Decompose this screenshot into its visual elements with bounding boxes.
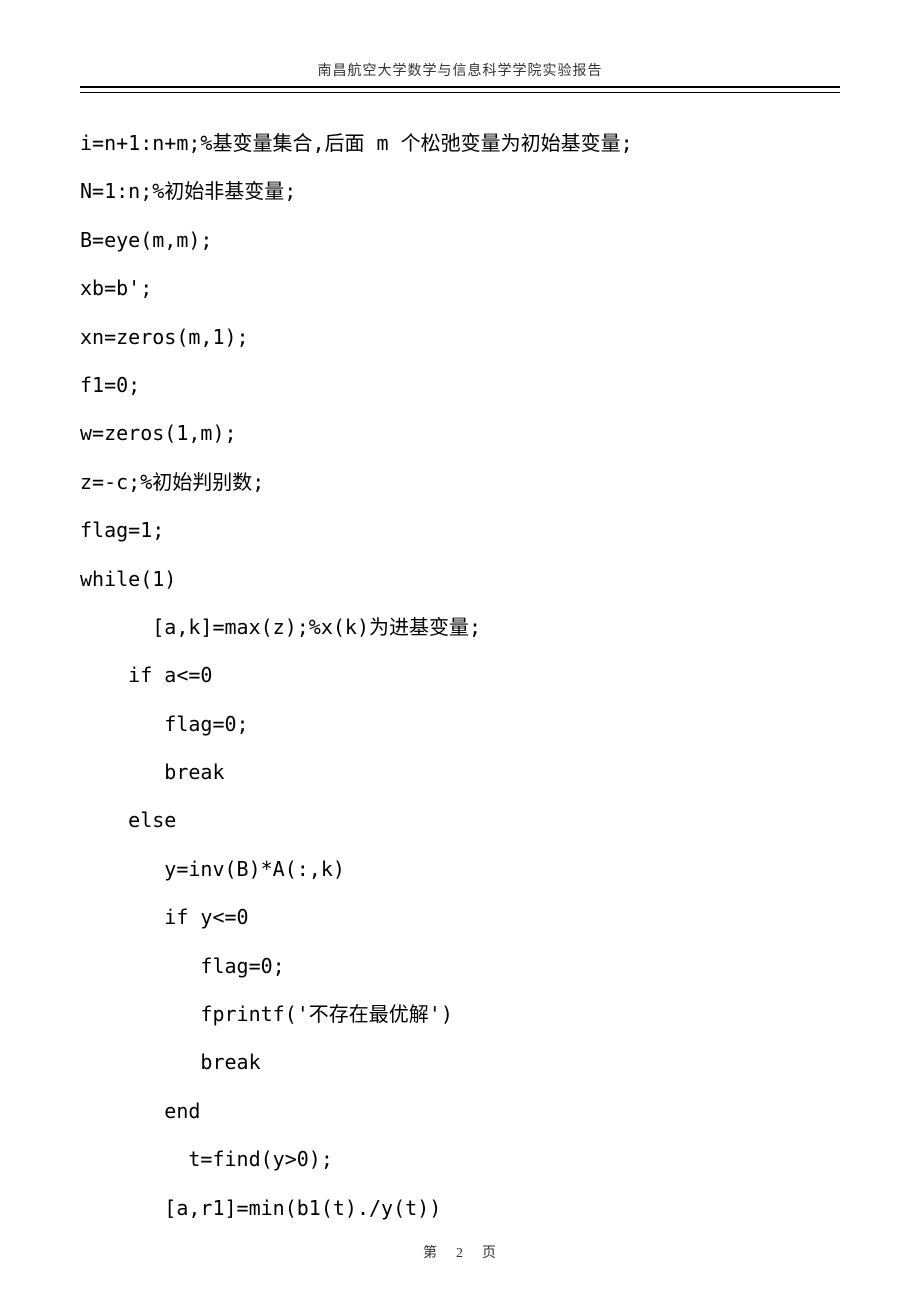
code-body: i=n+1:n+m;%基变量集合,后面 m 个松弛变量为初始基变量; N=1:n… — [80, 119, 840, 1232]
page-footer: 第 2 页 — [0, 1242, 920, 1262]
code-line: flag=0; — [80, 954, 285, 978]
code-line: break — [80, 760, 225, 784]
code-line: [a,k]=max(z);%x(k)为进基变量; — [80, 615, 481, 639]
code-line: z=-c;%初始判别数; — [80, 470, 264, 494]
footer-right: 页 — [482, 1246, 497, 1261]
code-line: flag=0; — [80, 712, 249, 736]
page-container: 南昌航空大学数学与信息科学学院实验报告 i=n+1:n+m;%基变量集合,后面 … — [0, 0, 920, 1302]
page-header: 南昌航空大学数学与信息科学学院实验报告 — [80, 60, 840, 88]
footer-page-number: 2 — [456, 1246, 464, 1261]
header-title: 南昌航空大学数学与信息科学学院实验报告 — [318, 64, 603, 79]
code-line: fprintf('不存在最优解') — [80, 1002, 453, 1026]
code-line: if a<=0 — [80, 663, 212, 687]
footer-left: 第 — [423, 1246, 438, 1261]
code-line: i=n+1:n+m;%基变量集合,后面 m 个松弛变量为初始基变量; — [80, 131, 633, 155]
code-line: N=1:n;%初始非基变量; — [80, 179, 296, 203]
code-line: [a,r1]=min(b1(t)./y(t)) — [80, 1196, 441, 1220]
code-line: t=find(y>0); — [80, 1147, 333, 1171]
code-line: end — [80, 1099, 200, 1123]
code-line: while(1) — [80, 567, 176, 591]
code-line: B=eye(m,m); — [80, 228, 212, 252]
code-line: f1=0; — [80, 373, 140, 397]
code-line: else — [80, 808, 176, 832]
code-line: if y<=0 — [80, 905, 249, 929]
code-line: flag=1; — [80, 518, 164, 542]
code-line: y=inv(B)*A(:,k) — [80, 857, 345, 881]
code-line: w=zeros(1,m); — [80, 421, 237, 445]
code-line: break — [80, 1050, 261, 1074]
header-underline — [80, 92, 840, 93]
code-line: xb=b'; — [80, 276, 152, 300]
code-line: xn=zeros(m,1); — [80, 325, 249, 349]
